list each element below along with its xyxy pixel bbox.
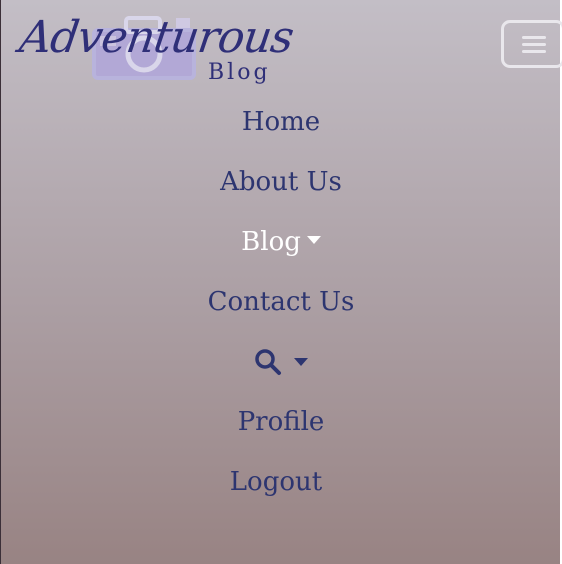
nav-about-label: About Us [220,167,342,197]
brand-logo-link[interactable]: Adventurous Blog [16,6,296,90]
brand-name: Adventurous [16,12,297,63]
nav-about-us[interactable]: About Us [0,152,562,212]
nav-contact-label: Contact Us [207,287,355,317]
nav-logout-label: Logout [229,467,323,497]
nav-blog-label: Blog [241,227,301,257]
hamburger-icon [522,32,546,57]
caret-down-icon [294,358,308,366]
nav-contact-us[interactable]: Contact Us [0,272,562,332]
nav-home-label: Home [241,107,321,137]
nav-blog-dropdown[interactable]: Blog [0,212,562,272]
nav-home[interactable]: Home [0,92,562,152]
mobile-nav-menu: Home About Us Blog Contact Us Profile Lo… [0,92,562,512]
brand-subtitle: Blog [208,60,271,85]
menu-toggle-button[interactable] [501,20,562,68]
nav-profile[interactable]: Profile [0,392,562,452]
nav-search-dropdown[interactable] [0,332,562,392]
search-icon [255,349,281,375]
caret-down-icon [306,236,321,244]
nav-profile-label: Profile [237,407,325,437]
nav-logout[interactable]: Logout [0,452,562,512]
